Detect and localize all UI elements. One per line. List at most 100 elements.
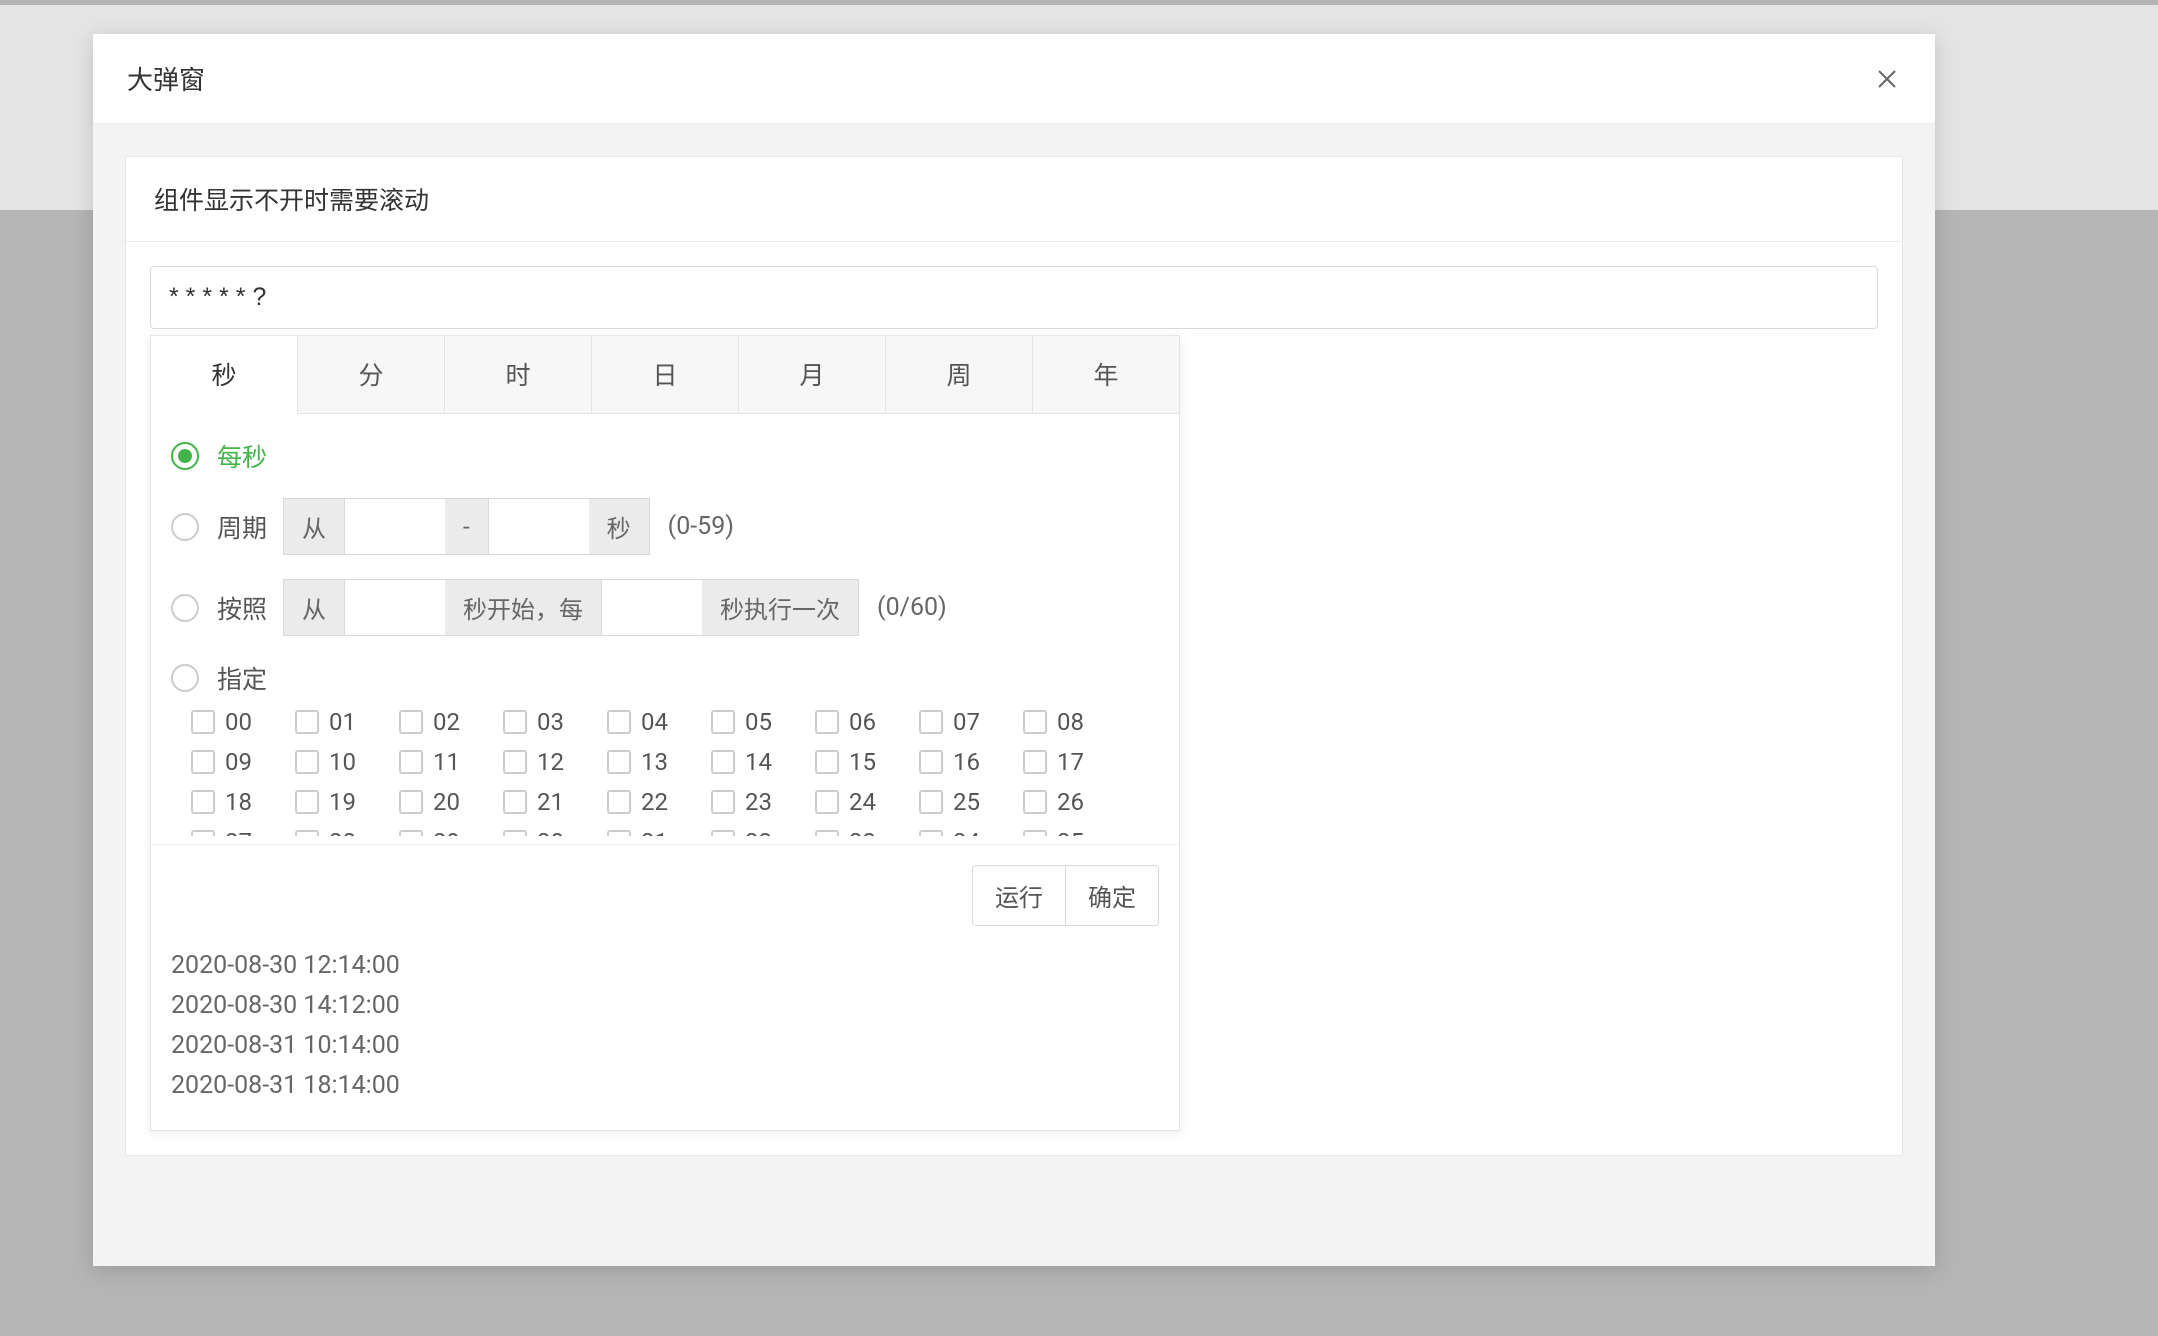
checkbox[interactable] <box>295 710 319 734</box>
checkbox-item-32[interactable]: 32 <box>711 828 791 836</box>
tab-hour[interactable]: 时 <box>445 336 592 413</box>
checkbox-item-11[interactable]: 11 <box>399 748 479 776</box>
checkbox-item-34[interactable]: 34 <box>919 828 999 836</box>
tab-month[interactable]: 月 <box>739 336 886 413</box>
checkbox[interactable] <box>503 790 527 814</box>
checkbox[interactable] <box>607 830 631 836</box>
checkbox[interactable] <box>191 750 215 774</box>
checkbox[interactable] <box>1023 830 1047 836</box>
radio-every[interactable] <box>171 442 199 470</box>
checkbox-item-30[interactable]: 30 <box>503 828 583 836</box>
checkbox-label: 15 <box>849 748 876 776</box>
checkbox-item-14[interactable]: 14 <box>711 748 791 776</box>
checkbox-label: 27 <box>225 828 252 836</box>
checkbox-item-27[interactable]: 27 <box>191 828 271 836</box>
checkbox[interactable] <box>1023 790 1047 814</box>
checkbox[interactable] <box>711 710 735 734</box>
tab-day[interactable]: 日 <box>592 336 739 413</box>
checkbox[interactable] <box>191 830 215 836</box>
checkbox-item-15[interactable]: 15 <box>815 748 895 776</box>
checkbox-item-23[interactable]: 23 <box>711 788 791 816</box>
run-button[interactable]: 运行 <box>973 866 1066 925</box>
checkbox-item-24[interactable]: 24 <box>815 788 895 816</box>
checkbox[interactable] <box>607 750 631 774</box>
checkbox[interactable] <box>1023 710 1047 734</box>
checkbox-item-06[interactable]: 06 <box>815 708 895 736</box>
checkbox-label: 14 <box>745 748 772 776</box>
checkbox-item-09[interactable]: 09 <box>191 748 271 776</box>
checkbox[interactable] <box>399 750 423 774</box>
checkbox-item-35[interactable]: 35 <box>1023 828 1103 836</box>
confirm-button[interactable]: 确定 <box>1066 866 1158 925</box>
checkbox[interactable] <box>815 790 839 814</box>
checkbox-item-29[interactable]: 29 <box>399 828 479 836</box>
checkbox-item-21[interactable]: 21 <box>503 788 583 816</box>
checkbox[interactable] <box>815 830 839 836</box>
radio-specify[interactable] <box>171 664 199 692</box>
checkbox-label: 31 <box>641 828 668 836</box>
checkbox-item-12[interactable]: 12 <box>503 748 583 776</box>
checkbox-item-25[interactable]: 25 <box>919 788 999 816</box>
checkbox[interactable] <box>815 710 839 734</box>
checkbox[interactable] <box>503 710 527 734</box>
tab-week[interactable]: 周 <box>886 336 1033 413</box>
checkbox-item-17[interactable]: 17 <box>1023 748 1103 776</box>
checkbox[interactable] <box>503 750 527 774</box>
checkbox-item-28[interactable]: 28 <box>295 828 375 836</box>
checkbox-item-19[interactable]: 19 <box>295 788 375 816</box>
checkbox[interactable] <box>919 750 943 774</box>
checkbox-item-02[interactable]: 02 <box>399 708 479 736</box>
checkbox[interactable] <box>191 710 215 734</box>
checkbox-item-03[interactable]: 03 <box>503 708 583 736</box>
cycle-dash-addon: - <box>445 498 489 555</box>
checkbox[interactable] <box>295 750 319 774</box>
tab-year[interactable]: 年 <box>1033 336 1179 413</box>
cron-expression-input[interactable] <box>150 266 1878 329</box>
checkbox[interactable] <box>295 790 319 814</box>
checkbox[interactable] <box>919 710 943 734</box>
checkbox-item-16[interactable]: 16 <box>919 748 999 776</box>
checkbox-item-07[interactable]: 07 <box>919 708 999 736</box>
radio-interval[interactable] <box>171 594 199 622</box>
checkbox[interactable] <box>399 830 423 836</box>
checkbox[interactable] <box>711 790 735 814</box>
checkbox[interactable] <box>503 830 527 836</box>
interval-input-group: 从 秒开始，每 秒执行一次 <box>283 579 859 636</box>
close-icon[interactable] <box>1873 65 1901 93</box>
checkbox-item-08[interactable]: 08 <box>1023 708 1103 736</box>
checkbox-label: 25 <box>953 788 980 816</box>
checkbox[interactable] <box>607 790 631 814</box>
checkbox[interactable] <box>815 750 839 774</box>
checkbox[interactable] <box>399 710 423 734</box>
checkbox[interactable] <box>191 790 215 814</box>
tab-second[interactable]: 秒 <box>151 336 298 414</box>
tab-minute[interactable]: 分 <box>298 336 445 413</box>
checkbox-item-31[interactable]: 31 <box>607 828 687 836</box>
checkbox-item-20[interactable]: 20 <box>399 788 479 816</box>
checkbox-item-22[interactable]: 22 <box>607 788 687 816</box>
checkbox-item-13[interactable]: 13 <box>607 748 687 776</box>
checkbox-item-26[interactable]: 26 <box>1023 788 1103 816</box>
checkbox[interactable] <box>295 830 319 836</box>
checkbox-item-10[interactable]: 10 <box>295 748 375 776</box>
checkbox[interactable] <box>919 830 943 836</box>
checkbox-item-18[interactable]: 18 <box>191 788 271 816</box>
checkbox-item-01[interactable]: 01 <box>295 708 375 736</box>
checkbox[interactable] <box>607 710 631 734</box>
checkbox-item-05[interactable]: 05 <box>711 708 791 736</box>
interval-start-input[interactable] <box>345 579 445 636</box>
checkbox[interactable] <box>711 830 735 836</box>
cycle-to-input[interactable] <box>489 498 589 555</box>
checkbox[interactable] <box>919 790 943 814</box>
checkbox-item-04[interactable]: 04 <box>607 708 687 736</box>
checkbox[interactable] <box>399 790 423 814</box>
checkbox-item-00[interactable]: 00 <box>191 708 271 736</box>
interval-exec-addon: 秒执行一次 <box>702 579 859 636</box>
checkbox[interactable] <box>711 750 735 774</box>
section-title: 组件显示不开时需要滚动 <box>126 157 1902 242</box>
interval-step-input[interactable] <box>602 579 702 636</box>
cycle-from-input[interactable] <box>345 498 445 555</box>
checkbox[interactable] <box>1023 750 1047 774</box>
radio-cycle[interactable] <box>171 513 199 541</box>
checkbox-item-33[interactable]: 33 <box>815 828 895 836</box>
